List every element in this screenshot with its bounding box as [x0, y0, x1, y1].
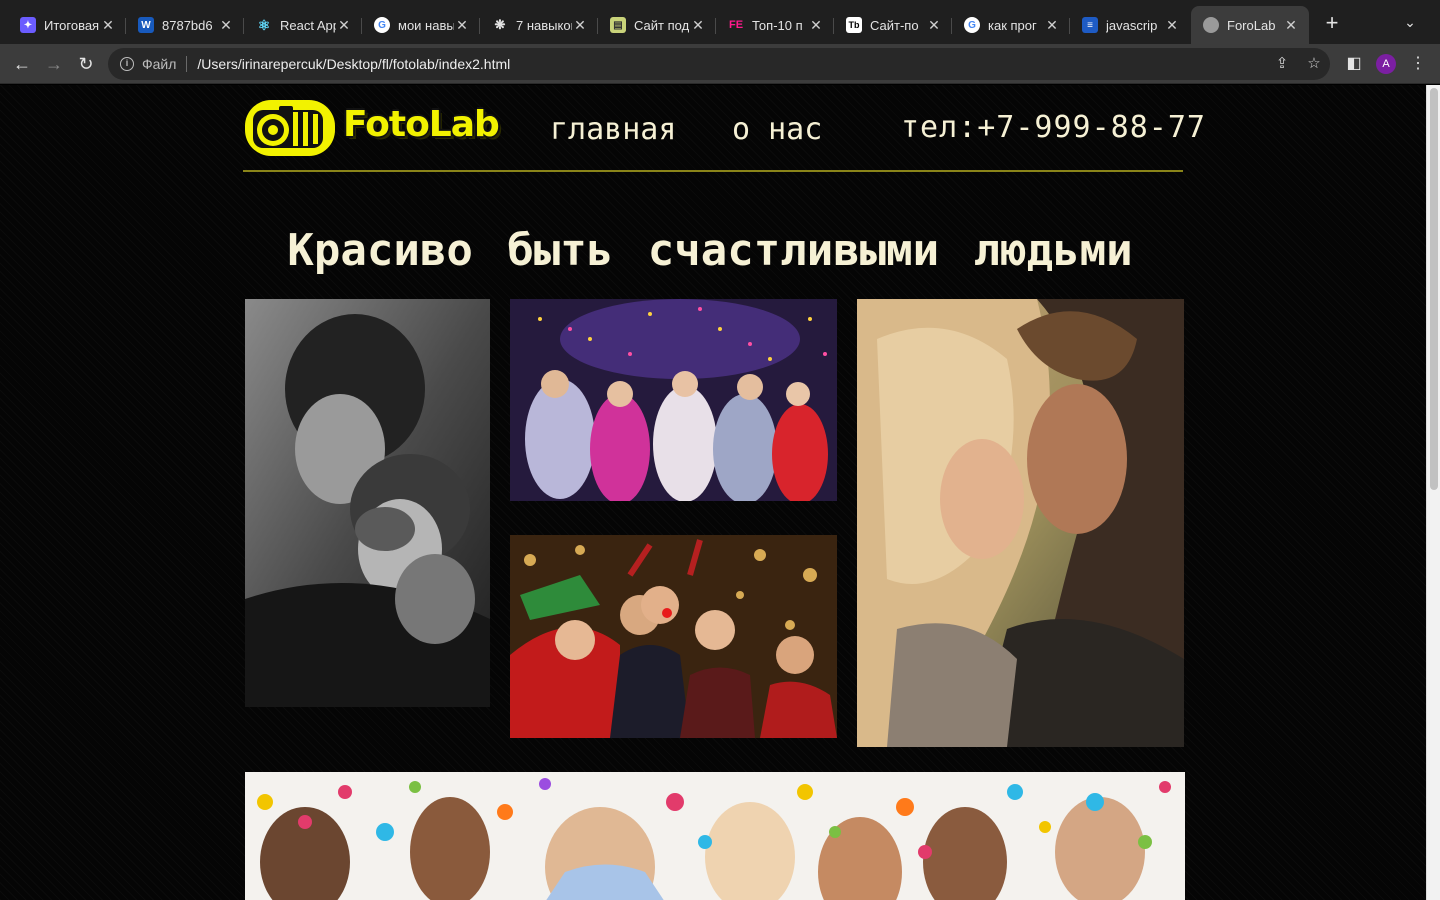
browser-tab[interactable]: Tb Сайт-по ✕: [834, 6, 952, 44]
tab-title: Топ-10 п: [752, 17, 803, 33]
menu-kebab-icon[interactable]: ⋮: [1406, 52, 1430, 76]
close-icon[interactable]: ✕: [1283, 17, 1299, 34]
hero-title: Красиво быть счастливыми людьми: [287, 225, 1133, 276]
page-viewport: FotoLab главная о нас тел:+7-999-88-77 К…: [0, 85, 1426, 900]
word-icon: W: [138, 17, 154, 33]
phone-number: тел:+7-999-88-77: [901, 110, 1206, 145]
browser-tab[interactable]: G как прог ✕: [952, 6, 1070, 44]
browser-tab[interactable]: FE Топ-10 п ✕: [716, 6, 834, 44]
react-icon: ⚛: [257, 16, 271, 33]
close-icon[interactable]: ✕: [926, 17, 942, 34]
tab-title: Сайт-по: [870, 17, 919, 33]
reload-icon[interactable]: ↻: [74, 52, 98, 76]
close-icon[interactable]: ✕: [218, 17, 234, 34]
avatar[interactable]: A: [1376, 54, 1396, 74]
doc-icon: ▤: [610, 17, 626, 33]
site-header: FotoLab главная о нас тел:+7-999-88-77: [243, 85, 1205, 172]
close-icon[interactable]: ✕: [572, 17, 588, 34]
close-icon[interactable]: ✕: [1164, 17, 1180, 34]
photo-christmas-party: [510, 535, 837, 738]
photo-confetti-party: [245, 772, 1185, 900]
browser-tabstrip: ✦ Итоговая ✕ W 8787bd6 ✕ ⚛ React App ✕ G…: [0, 0, 1440, 44]
url-text[interactable]: /Users/irinarepercuk/Desktop/fl/fotolab/…: [197, 56, 510, 72]
forward-arrow-icon[interactable]: →: [42, 52, 66, 76]
browser-tab[interactable]: ≡ javascrip ✕: [1070, 6, 1190, 44]
tab-title: javascrip: [1106, 17, 1158, 33]
address-bar[interactable]: i Файл /Users/irinarepercuk/Desktop/fl/f…: [108, 48, 1330, 80]
fe-icon: FE: [728, 19, 744, 31]
tab-title: React App: [280, 17, 336, 33]
logo-text: FotoLab: [343, 104, 500, 145]
browser-tab[interactable]: ❋ 7 навыков ✕: [480, 6, 598, 44]
nav-link-home[interactable]: главная: [550, 112, 676, 147]
tb-icon: Tb: [846, 17, 862, 33]
browser-tab-active[interactable]: ForoLab ✕: [1191, 6, 1309, 44]
chevron-down-icon[interactable]: ⌄: [1398, 14, 1422, 34]
close-icon[interactable]: ✕: [100, 17, 116, 34]
back-arrow-icon[interactable]: ←: [10, 52, 34, 76]
close-icon[interactable]: ✕: [454, 17, 470, 34]
scheme-label: Файл: [142, 56, 177, 72]
browser-tab[interactable]: ✦ Итоговая ✕: [8, 6, 126, 44]
share-icon[interactable]: ⇪: [1270, 48, 1294, 80]
scrollbar-thumb[interactable]: [1430, 88, 1438, 490]
photo-couple-warm: [857, 299, 1184, 747]
tab-title: 7 навыков: [516, 17, 572, 33]
logo[interactable]: FotoLab: [243, 98, 503, 158]
browser-tab[interactable]: ▤ Сайт под ✕: [598, 6, 716, 44]
browser-tab[interactable]: W 8787bd6 ✕: [126, 6, 244, 44]
camera-icon: [245, 100, 335, 156]
tab-title: Сайт под: [634, 17, 690, 33]
photo-bw-couple: [245, 299, 490, 707]
close-icon[interactable]: ✕: [690, 17, 706, 34]
browser-tab[interactable]: G мои навыки ✕: [362, 6, 480, 44]
close-icon[interactable]: ✕: [1044, 17, 1060, 34]
openai-icon: ❋: [494, 17, 506, 32]
info-icon[interactable]: i: [120, 57, 134, 71]
google-icon: G: [374, 17, 390, 33]
tab-title: 8787bd6: [162, 17, 213, 33]
app-icon: ✦: [20, 17, 36, 33]
tab-title: как прог: [988, 17, 1037, 33]
tab-title: ForoLab: [1227, 17, 1276, 33]
tab-title: мои навыки: [398, 17, 454, 33]
close-icon[interactable]: ✕: [336, 17, 352, 34]
browser-tab[interactable]: ⚛ React App ✕: [244, 6, 362, 44]
tab-title: Итоговая: [44, 17, 100, 33]
google-icon: G: [964, 17, 980, 33]
star-icon[interactable]: ☆: [1302, 48, 1326, 80]
new-tab-button[interactable]: +: [1320, 12, 1344, 36]
nav-link-about[interactable]: о нас: [732, 112, 822, 147]
sidebar-icon[interactable]: ◧: [1342, 52, 1366, 76]
close-icon[interactable]: ✕: [808, 17, 824, 34]
browser-toolbar: ← → ↻ i Файл /Users/irinarepercuk/Deskto…: [0, 44, 1440, 84]
globe-icon: [1203, 17, 1219, 33]
page-scrollbar[interactable]: [1426, 85, 1440, 900]
divider: [186, 56, 188, 72]
photo-party: [510, 299, 837, 501]
stackoverflow-icon: ≡: [1082, 17, 1098, 33]
